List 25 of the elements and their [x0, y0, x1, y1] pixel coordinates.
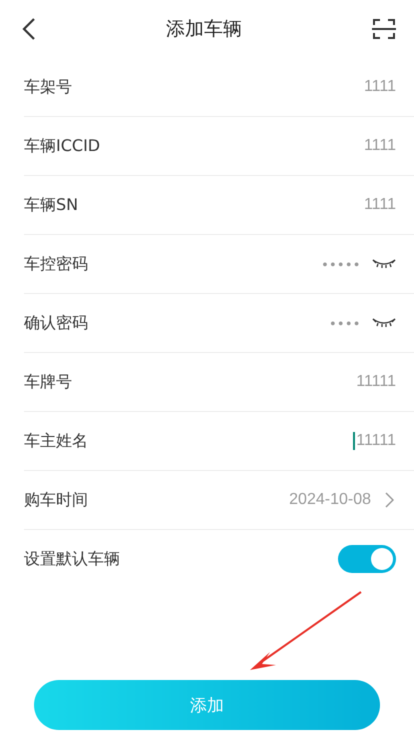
field-label: 购车时间	[24, 490, 88, 510]
back-icon[interactable]	[22, 17, 36, 41]
closed-eye-icon[interactable]	[372, 258, 396, 270]
input-field[interactable]: 1111	[364, 137, 396, 155]
field-label: 车控密码	[24, 254, 88, 274]
closed-eye-icon[interactable]	[372, 317, 396, 329]
field-label: 车架号	[24, 76, 72, 98]
input-field[interactable]: 11111	[353, 432, 396, 450]
input-field[interactable]: 1111	[364, 196, 396, 214]
input-field[interactable]: ••••	[330, 315, 362, 331]
field-label: 确认密码	[24, 312, 88, 334]
date-value[interactable]: 2024-10-08	[289, 491, 371, 509]
add-button[interactable]: 添加	[34, 680, 380, 730]
field-label: 设置默认车辆	[24, 548, 120, 570]
toggle-switch[interactable]	[338, 545, 396, 573]
input-field[interactable]: •••••	[322, 256, 362, 272]
field-label: 车主姓名	[24, 430, 88, 452]
chevron-right-icon[interactable]	[385, 492, 394, 508]
field-label: 车牌号	[24, 372, 72, 392]
page-title: 添加车辆	[166, 17, 242, 42]
input-field[interactable]: 1111	[364, 78, 396, 96]
input-field[interactable]: 11111	[356, 373, 396, 391]
scan-icon[interactable]	[372, 18, 396, 40]
field-label: 车辆SN	[24, 194, 78, 216]
field-label: 车辆ICCID	[24, 136, 100, 156]
